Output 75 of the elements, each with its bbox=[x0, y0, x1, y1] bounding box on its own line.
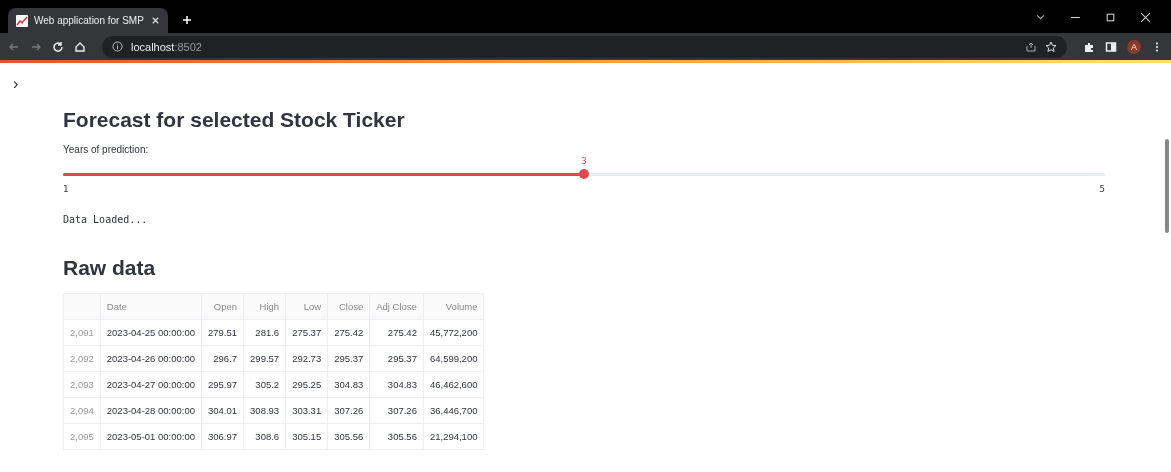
table-cell: 306.97 bbox=[201, 423, 244, 450]
slider-min: 1 bbox=[63, 184, 69, 194]
profile-avatar[interactable]: A bbox=[1127, 39, 1141, 54]
table-cell: 2023-04-25 00:00:00 bbox=[100, 319, 202, 346]
row-index: 2,095 bbox=[63, 423, 101, 450]
table-cell: 2023-04-26 00:00:00 bbox=[100, 345, 202, 372]
table-cell: 303.31 bbox=[285, 397, 328, 424]
column-header[interactable]: Volume bbox=[423, 293, 484, 320]
table-cell: 308.93 bbox=[243, 397, 286, 424]
column-header[interactable]: Close bbox=[327, 293, 370, 320]
close-icon[interactable] bbox=[1140, 12, 1151, 23]
table-cell: 279.51 bbox=[201, 319, 244, 346]
table-cell: 2023-04-28 00:00:00 bbox=[100, 397, 202, 424]
close-icon[interactable] bbox=[151, 16, 160, 25]
row-index: 2,094 bbox=[63, 397, 101, 424]
home-icon[interactable] bbox=[74, 40, 86, 53]
url-text: localhost:8502 bbox=[131, 40, 202, 53]
column-header[interactable]: Date bbox=[100, 293, 202, 320]
reload-icon[interactable] bbox=[52, 40, 64, 53]
maximize-icon[interactable] bbox=[1105, 12, 1116, 23]
table-cell: 299.57 bbox=[243, 345, 286, 372]
table-cell: 308.6 bbox=[243, 423, 286, 450]
table-cell: 295.37 bbox=[369, 345, 424, 372]
column-header[interactable]: High bbox=[243, 293, 286, 320]
table-cell: 295.25 bbox=[285, 371, 328, 398]
section-heading: Raw data bbox=[63, 255, 157, 281]
slider-value: 3 bbox=[581, 156, 587, 166]
puzzle-icon[interactable] bbox=[1083, 40, 1095, 53]
page-heading: Forecast for selected Stock Ticker bbox=[63, 107, 406, 133]
table-cell: 307.26 bbox=[327, 397, 370, 424]
row-index: 2,091 bbox=[63, 319, 101, 346]
table-cell: 304.83 bbox=[369, 371, 424, 398]
side-panel-icon[interactable] bbox=[1105, 40, 1117, 53]
table-cell: 305.56 bbox=[369, 423, 424, 450]
address-bar[interactable]: localhost:8502 bbox=[102, 35, 1067, 58]
table-cell: 296.7 bbox=[201, 345, 244, 372]
slider-thumb[interactable] bbox=[579, 169, 589, 179]
slider-max: 5 bbox=[1099, 184, 1105, 194]
table-cell: 304.01 bbox=[201, 397, 244, 424]
table-cell: 46,462,600 bbox=[423, 371, 484, 398]
table-cell: 275.42 bbox=[327, 319, 370, 346]
table-cell: 292.73 bbox=[285, 345, 328, 372]
slider-label: Years of prediction: bbox=[63, 144, 150, 155]
info-icon bbox=[112, 41, 123, 52]
table-cell: 2023-05-01 00:00:00 bbox=[100, 423, 202, 450]
table-cell: 305.15 bbox=[285, 423, 328, 450]
status-text: Data Loaded... bbox=[63, 214, 149, 225]
table-cell: 21,294,100 bbox=[423, 423, 484, 450]
table-cell: 281.6 bbox=[243, 319, 286, 346]
share-icon[interactable] bbox=[1025, 40, 1037, 53]
table-cell: 64,599,200 bbox=[423, 345, 484, 372]
table-cell: 305.56 bbox=[327, 423, 370, 450]
table-cell: 2023-04-27 00:00:00 bbox=[100, 371, 202, 398]
browser-tab[interactable]: Web application for SMP bbox=[8, 8, 168, 33]
chevron-down-icon[interactable] bbox=[1035, 12, 1046, 23]
star-icon[interactable] bbox=[1045, 40, 1057, 53]
table-cell: 305.2 bbox=[243, 371, 286, 398]
column-header[interactable]: Low bbox=[285, 293, 328, 320]
table-cell: 275.42 bbox=[369, 319, 424, 346]
column-header[interactable]: Open bbox=[201, 293, 244, 320]
table-cell: 295.37 bbox=[327, 345, 370, 372]
tab-title: Web application for SMP bbox=[34, 15, 145, 26]
scrollbar-thumb[interactable] bbox=[1165, 139, 1169, 233]
new-tab-icon[interactable] bbox=[182, 15, 192, 25]
row-index: 2,092 bbox=[63, 345, 101, 372]
table-cell: 304.83 bbox=[327, 371, 370, 398]
sidebar-toggle[interactable]: › bbox=[13, 75, 19, 93]
row-index: 2,093 bbox=[63, 371, 101, 398]
table-cell: 295.97 bbox=[201, 371, 244, 398]
table-cell: 275.37 bbox=[285, 319, 328, 346]
table-cell: 307.26 bbox=[369, 397, 424, 424]
chart-icon bbox=[16, 14, 28, 27]
table-cell: 45,772,200 bbox=[423, 319, 484, 346]
table-cell: 36,446,700 bbox=[423, 397, 484, 424]
column-header[interactable]: Adj Close bbox=[369, 293, 424, 320]
